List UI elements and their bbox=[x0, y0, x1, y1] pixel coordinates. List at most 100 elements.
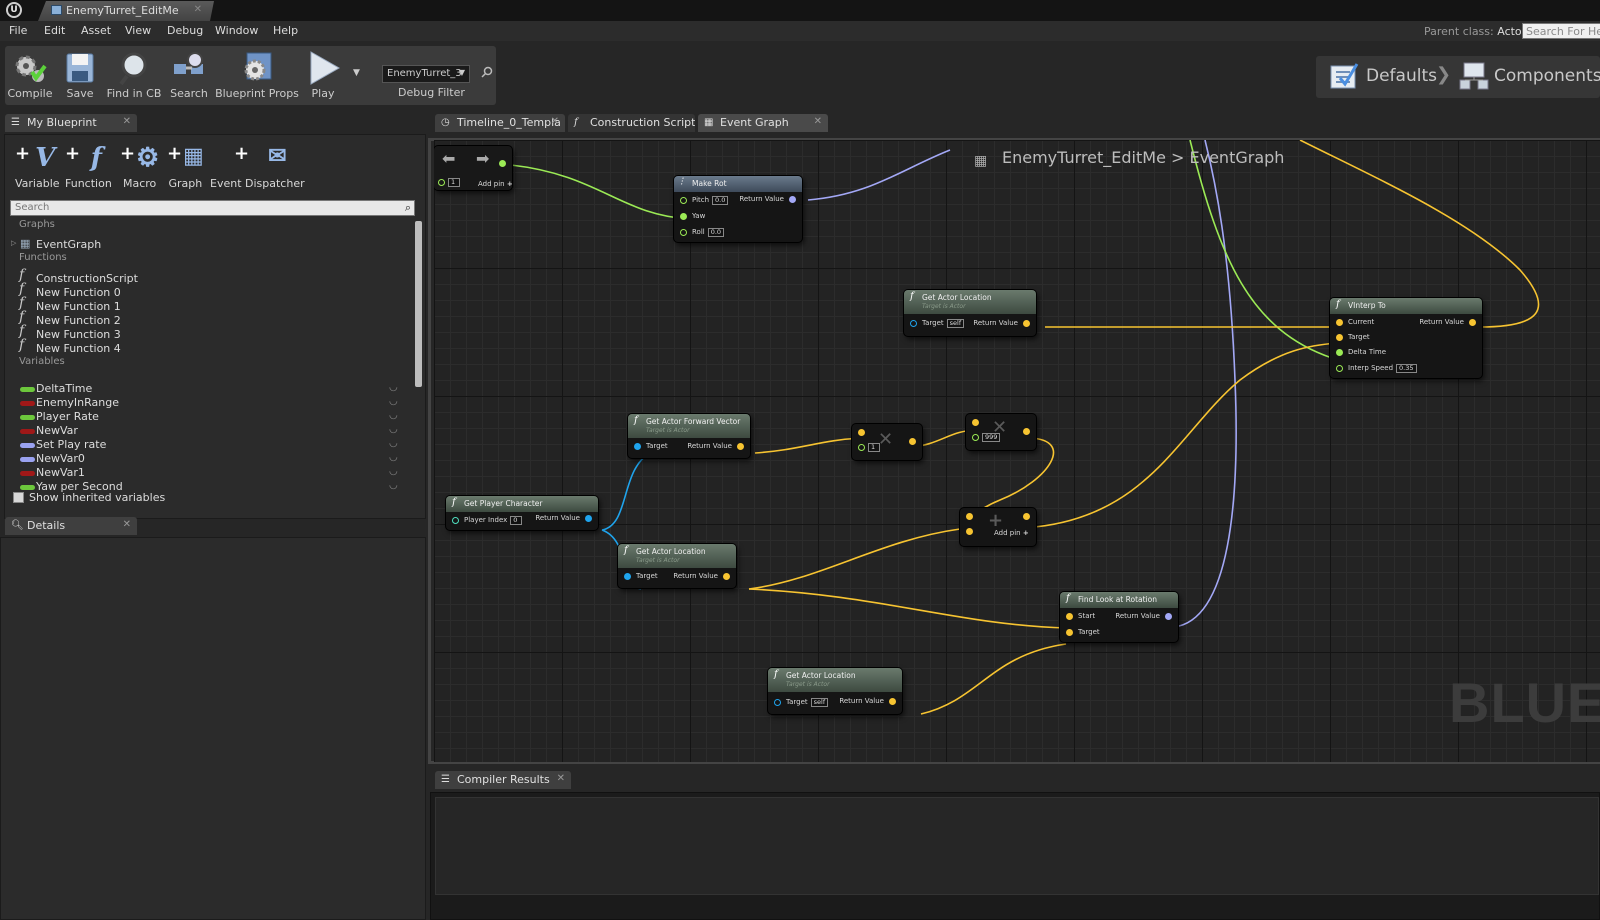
compiler-results-tab[interactable]: ☰ Compiler Results ✕ bbox=[435, 771, 571, 789]
target-pin[interactable]: Target bbox=[624, 572, 658, 580]
tab-construction-script[interactable]: f Construction Script bbox=[568, 114, 695, 132]
search-button[interactable]: Search bbox=[167, 46, 211, 105]
input-pin[interactable]: 1 bbox=[858, 443, 880, 452]
menu-file[interactable]: File bbox=[9, 24, 27, 37]
input-pin[interactable]: 1 bbox=[438, 178, 460, 187]
breadcrumb-blueprint[interactable]: EnemyTurret_EditMe bbox=[1002, 148, 1166, 167]
menu-view[interactable]: View bbox=[125, 24, 151, 37]
start-pin[interactable]: Start bbox=[1066, 612, 1095, 620]
pin-value[interactable]: 0.35 bbox=[1396, 364, 1417, 373]
menu-asset[interactable]: Asset bbox=[81, 24, 111, 37]
variable-item[interactable]: Player Rate bbox=[36, 410, 99, 423]
node-add[interactable]: + Add pin + bbox=[960, 508, 1036, 546]
add-function-button[interactable]: + f Function bbox=[65, 143, 112, 190]
roll-pin[interactable]: Roll 0.0 bbox=[680, 228, 725, 237]
return-value-pin[interactable]: Return Value bbox=[687, 442, 744, 450]
my-blueprint-search-input[interactable]: Search ⌕ bbox=[10, 200, 415, 216]
node-multiply[interactable]: ✕ 1 bbox=[852, 424, 922, 460]
event-graph-canvas[interactable]: ▦ EnemyTurret_EditMe > EventGraph BLUEP ⬅… bbox=[434, 140, 1600, 762]
return-value-pin[interactable]: Return Value bbox=[839, 697, 896, 705]
add-graph-button[interactable]: + ▦ Graph bbox=[167, 143, 204, 190]
variable-item[interactable]: NewVar0 bbox=[36, 452, 85, 465]
add-variable-button[interactable]: + V Variable bbox=[15, 143, 60, 190]
compile-button[interactable]: Compile bbox=[5, 46, 55, 105]
help-search-input[interactable]: Search For Help bbox=[1522, 23, 1600, 39]
variable-item[interactable]: NewVar1 bbox=[36, 466, 85, 479]
pin-value[interactable]: 1 bbox=[448, 178, 460, 187]
target-pin[interactable]: Target self bbox=[774, 698, 829, 707]
target-pin[interactable]: Target bbox=[634, 442, 668, 450]
my-blueprint-tab[interactable]: ☰ My Blueprint ✕ bbox=[5, 114, 137, 132]
pin-value[interactable]: 1 bbox=[868, 443, 880, 452]
close-icon[interactable]: ✕ bbox=[557, 773, 565, 784]
close-tab-icon[interactable]: ✕ bbox=[194, 4, 202, 15]
function-item[interactable]: New Function 0 bbox=[36, 286, 121, 299]
node-find-look-at-rotation[interactable]: f Find Look at Rotation Start Target Retu… bbox=[1060, 592, 1178, 642]
pitch-pin[interactable]: Pitch 0.0 bbox=[680, 196, 729, 205]
pin-value[interactable]: 0 bbox=[510, 516, 523, 525]
target-pin[interactable]: Target bbox=[1066, 628, 1100, 636]
variable-item[interactable]: EnemyInRange bbox=[36, 396, 119, 409]
mode-components[interactable]: Components bbox=[1494, 66, 1600, 86]
variable-item[interactable]: NewVar bbox=[36, 424, 78, 437]
document-tab[interactable]: EnemyTurret_EditMe ✕ bbox=[38, 1, 214, 21]
target-pin[interactable]: Target bbox=[1336, 333, 1370, 341]
close-icon[interactable]: ✕ bbox=[123, 519, 131, 530]
expand-arrow-icon[interactable]: ▷ bbox=[11, 239, 16, 247]
show-inherited-checkbox[interactable]: Show inherited variables bbox=[13, 491, 165, 504]
interp-speed-pin[interactable]: Interp Speed 0.35 bbox=[1336, 364, 1417, 373]
return-value-pin[interactable]: Return Value bbox=[535, 514, 592, 522]
graph-item-eventgraph[interactable]: EventGraph bbox=[36, 238, 101, 251]
pin-value[interactable]: 999 bbox=[982, 433, 1001, 442]
node-add-vector[interactable]: ⬅ ➡ 1 Add pin + bbox=[434, 146, 513, 190]
node-get-actor-location[interactable]: f Get Actor Location Target is Actor Targe… bbox=[768, 668, 902, 714]
visibility-eye-icon[interactable]: ◡ bbox=[389, 480, 398, 491]
node-make-rot[interactable]: ⫶ Make Rot Pitch 0.0 Yaw Roll 0.0 Return Va… bbox=[674, 176, 802, 242]
debug-object-select[interactable]: EnemyTurret_3 ▼ bbox=[382, 65, 470, 83]
return-value-pin[interactable]: Return Value bbox=[973, 319, 1030, 327]
arrow-right-icon[interactable]: ➡ bbox=[476, 149, 489, 168]
input-pin[interactable]: 999 bbox=[972, 433, 1001, 442]
scrollbar[interactable] bbox=[415, 221, 422, 387]
output-pin-icon[interactable] bbox=[499, 160, 506, 167]
function-item[interactable]: New Function 2 bbox=[36, 314, 121, 327]
variable-item[interactable]: Set Play rate bbox=[36, 438, 106, 451]
add-pin-button[interactable]: Add pin + bbox=[994, 529, 1029, 537]
add-pin-button[interactable]: Add pin + bbox=[478, 180, 513, 188]
node-get-actor-forward-vector[interactable]: f Get Actor Forward Vector Target is Actor… bbox=[628, 414, 750, 458]
visibility-eye-icon[interactable]: ◡ bbox=[389, 466, 398, 477]
menu-edit[interactable]: Edit bbox=[44, 24, 65, 37]
return-value-pin[interactable]: Return Value bbox=[1419, 318, 1476, 326]
return-value-pin[interactable]: Return Value bbox=[673, 572, 730, 580]
arrow-left-icon[interactable]: ⬅ bbox=[442, 149, 455, 168]
menu-window[interactable]: Window bbox=[215, 24, 258, 37]
save-button[interactable]: Save bbox=[59, 46, 101, 105]
player-index-pin[interactable]: Player Index 0 bbox=[452, 516, 523, 525]
tab-timeline[interactable]: ◷ Timeline_0_Templa ✕ bbox=[435, 114, 565, 132]
add-macro-button[interactable]: + ⚙ Macro bbox=[120, 143, 159, 190]
visibility-eye-icon[interactable]: ◡ bbox=[389, 382, 398, 393]
search-icon[interactable]: ⌕ bbox=[405, 201, 411, 215]
function-item[interactable]: ConstructionScript bbox=[36, 272, 138, 285]
debug-search-icon[interactable] bbox=[481, 66, 493, 78]
visibility-eye-icon[interactable]: ◡ bbox=[389, 438, 398, 449]
play-options-dropdown-icon[interactable]: ▼ bbox=[353, 68, 360, 78]
close-icon[interactable]: ✕ bbox=[551, 116, 559, 127]
find-in-cb-button[interactable]: Find in CB bbox=[105, 46, 163, 105]
tab-event-graph[interactable]: ▦ Event Graph ✕ bbox=[698, 114, 828, 132]
variable-item[interactable]: DeltaTime bbox=[36, 382, 92, 395]
function-item[interactable]: New Function 3 bbox=[36, 328, 121, 341]
menu-debug[interactable]: Debug bbox=[167, 24, 203, 37]
current-pin[interactable]: Current bbox=[1336, 318, 1374, 326]
node-get-actor-location[interactable]: f Get Actor Location Target is Actor Targe… bbox=[618, 544, 736, 588]
return-value-pin[interactable]: Return Value bbox=[739, 195, 796, 203]
play-button[interactable]: Play bbox=[303, 46, 343, 105]
node-get-actor-location[interactable]: f Get Actor Location Target is Actor Targe… bbox=[904, 290, 1036, 336]
node-vinterp-to[interactable]: f VInterp To Current Target Delta Time In… bbox=[1330, 298, 1482, 378]
add-event-dispatcher-button[interactable]: + ✉ Event Dispatcher bbox=[210, 143, 305, 190]
yaw-pin[interactable]: Yaw bbox=[680, 212, 705, 220]
visibility-eye-icon[interactable]: ◡ bbox=[389, 452, 398, 463]
node-get-player-character[interactable]: f Get Player Character Player Index 0 Retu… bbox=[446, 496, 598, 530]
target-pin[interactable]: Target self bbox=[910, 319, 965, 328]
unreal-logo-icon[interactable]: U bbox=[6, 2, 22, 18]
